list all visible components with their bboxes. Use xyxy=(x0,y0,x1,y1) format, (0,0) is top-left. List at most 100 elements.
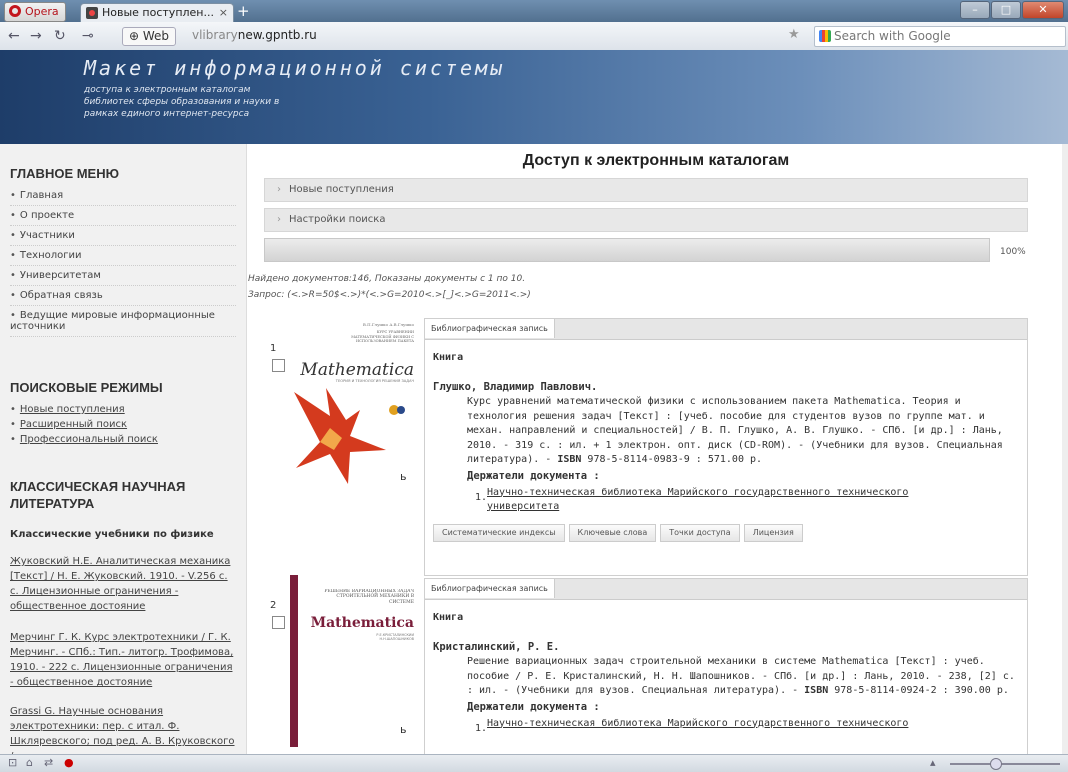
banner-title: Макет информационной системы xyxy=(84,56,506,80)
menu-item-about[interactable]: О проекте xyxy=(10,206,236,226)
expand-arrow-icon: › xyxy=(277,214,281,225)
cover-note: ТЕОРИЯ И ТЕХНОЛОГИЯ РЕШЕНИЯ ЗАДАЧ xyxy=(335,379,415,383)
record-checkbox[interactable] xyxy=(272,359,285,372)
cover-title: Mathematica xyxy=(311,615,414,631)
menu-item-world-sources[interactable]: Ведущие мировые информационные источники xyxy=(10,306,236,337)
cover-title: Mathematica xyxy=(299,360,414,380)
search-mode-professional-label: Профессиональный поиск xyxy=(19,434,158,445)
classic-link[interactable]: Жуковский Н.Е. Аналитическая механика [Т… xyxy=(10,554,238,614)
search-mode-professional[interactable]: Профессиональный поиск xyxy=(10,432,236,447)
record-card: Библиографическая запись Книга Глушко, В… xyxy=(424,318,1028,576)
book-cover-image: В.П.Глушко А.В.Глушко КУРС УРАВНЕНИЙ МАТ… xyxy=(290,318,418,490)
zoom-arrow-icon[interactable]: ▴ xyxy=(930,756,936,769)
browser-tab-bar: Opera Новые поступлен... × + – □ ✕ xyxy=(0,0,1068,23)
menu-item-universities[interactable]: Университетам xyxy=(10,266,236,286)
banner-subtitle: доступа к электронным каталогам библиоте… xyxy=(84,85,280,119)
license-button[interactable]: Лицензия xyxy=(743,523,803,542)
menu-item-feedback[interactable]: Обратная связь xyxy=(10,286,236,306)
search-input[interactable]: Search with Google xyxy=(814,26,1066,47)
browser-tab[interactable]: Новые поступлен... × xyxy=(80,3,234,23)
search-mode-advanced-label: Расширенный поиск xyxy=(19,419,128,430)
opera-menu-label: Opera xyxy=(25,5,59,18)
accordion-new-arrivals[interactable]: › Новые поступления xyxy=(264,178,1028,202)
sync-icon[interactable]: ⇄ xyxy=(44,756,53,769)
minimize-icon[interactable]: – xyxy=(960,1,990,19)
home-icon[interactable]: ⌂ xyxy=(26,756,33,769)
search-modes-title: ПОИСКОВЫЕ РЕЖИМЫ xyxy=(10,380,163,395)
status-bar: ⊡ ⌂ ⇄ ● ▴ xyxy=(0,754,1068,772)
progress-fill xyxy=(265,239,989,261)
opera-menu-button[interactable]: Opera xyxy=(4,2,66,22)
book-cover-2-art: РЕШЕНИЕ ВАРИАЦИОННЫХ ЗАДАЧ СТРОИТЕЛЬНОЙ … xyxy=(290,575,418,747)
site-favicon-icon xyxy=(86,7,98,19)
close-window-icon[interactable]: ✕ xyxy=(1022,1,1064,19)
accordion-search-settings[interactable]: › Настройки поиска xyxy=(264,208,1028,232)
page-title: Доступ к электронным каталогам xyxy=(522,152,790,169)
main-menu-title: ГЛАВНОЕ МЕНЮ xyxy=(10,166,120,181)
holder-link[interactable]: Научно-техническая библиотека Марийского… xyxy=(487,718,908,729)
page-scrollbar[interactable] xyxy=(1062,144,1068,754)
web-button-label: Web xyxy=(142,29,170,43)
zoom-slider-handle[interactable] xyxy=(990,758,1002,770)
query-string: Запрос: (<.>R=50$<.>)*(<.>G=2010<.>[_]<.… xyxy=(248,290,531,300)
isbn-value: 978-5-8114-0924-2 : 390.00 р. xyxy=(828,685,1009,696)
tab-bibliographic-record[interactable]: Библиографическая запись xyxy=(425,579,555,598)
back-icon[interactable]: ← xyxy=(8,28,20,44)
holder-item: 1. Научно-техническая библиотека Марийско… xyxy=(475,717,927,734)
keywords-button[interactable]: Ключевые слова xyxy=(568,523,657,542)
forward-icon[interactable]: → xyxy=(30,28,42,44)
holder-item: 1. Научно-техническая библиотека Марийско… xyxy=(475,486,927,514)
search-mode-advanced[interactable]: Расширенный поиск xyxy=(10,417,236,432)
google-icon xyxy=(819,30,831,42)
opera-logo-icon xyxy=(9,5,21,17)
access-points-button[interactable]: Точки доступа xyxy=(660,523,740,542)
systematic-index-button[interactable]: Систематические индексы xyxy=(433,523,565,542)
new-tab-button[interactable]: + xyxy=(237,2,250,20)
menu-item-home[interactable]: Главная xyxy=(10,186,236,206)
globe-icon: ⊕ xyxy=(129,29,143,43)
main-menu: Главная О проекте Участники Технологии У… xyxy=(10,186,236,337)
menu-item-participants[interactable]: Участники xyxy=(10,226,236,246)
search-modes-menu: Новые поступления Расширенный поиск Проф… xyxy=(10,402,236,447)
url-path: new.gpntb.ru xyxy=(237,28,317,42)
record-description: Курс уравнений математической физики с и… xyxy=(467,395,1017,468)
record-tab-bar: Библиографическая запись xyxy=(425,319,1027,340)
window-controls: – □ ✕ xyxy=(959,1,1064,19)
holder-link[interactable]: Научно-техническая библиотека Марийского… xyxy=(487,487,908,512)
accordion-label: Новые поступления xyxy=(289,184,394,195)
classic-literature-title: КЛАССИЧЕСКАЯ НАУЧНАЯ ЛИТЕРАТУРА xyxy=(10,479,186,511)
panel-toggle-icon[interactable]: ⊡ xyxy=(8,756,17,769)
cover-authors: В.П.Глушко А.В.Глушко xyxy=(363,322,415,327)
sidebar: ГЛАВНОЕ МЕНЮ Главная О проекте Участники… xyxy=(0,144,247,754)
progress-percent: 100% xyxy=(1000,247,1026,257)
zoom-slider[interactable] xyxy=(950,763,1060,765)
cover-subtitle: РЕШЕНИЕ ВАРИАЦИОННЫХ ЗАДАЧ СТРОИТЕЛЬНОЙ … xyxy=(324,589,414,605)
record-number: 1 xyxy=(270,343,277,354)
address-bar: ← → ↻ ⊸ ⊕ Web vlibrarynew.gpntb.ru ★ Sea… xyxy=(0,22,1068,51)
holder-number: 1. xyxy=(475,491,488,503)
book-cover-image: РЕШЕНИЕ ВАРИАЦИОННЫХ ЗАДАЧ СТРОИТЕЛЬНОЙ … xyxy=(290,575,418,747)
classic-link[interactable]: Мерчинг Г. К. Курс электротехники / Г. К… xyxy=(10,630,238,690)
url-input[interactable]: vlibrarynew.gpntb.ru xyxy=(192,27,808,44)
menu-item-technologies[interactable]: Технологии xyxy=(10,246,236,266)
progress-bar xyxy=(264,238,990,262)
classic-link[interactable]: Grassi G. Научные основания электротехни… xyxy=(10,704,238,754)
tab-close-icon[interactable]: × xyxy=(219,4,228,22)
tab-bibliographic-record[interactable]: Библиографическая запись xyxy=(425,319,555,338)
svg-text:ь: ь xyxy=(400,723,406,736)
holders-title: Держатели документа : xyxy=(467,700,600,713)
record-number: 2 xyxy=(270,600,277,611)
web-button[interactable]: ⊕ Web xyxy=(122,27,177,46)
record-type: Книга xyxy=(433,352,464,363)
found-count: Найдено документов:146, Показаны докумен… xyxy=(248,274,526,284)
record-checkbox[interactable] xyxy=(272,616,285,629)
record-author: Глушко, Владимир Павлович. xyxy=(433,381,598,393)
search-mode-new[interactable]: Новые поступления xyxy=(10,402,236,417)
maximize-icon[interactable]: □ xyxy=(991,1,1021,19)
turbo-icon[interactable]: ● xyxy=(64,756,74,769)
cover-subtitle: КУРС УРАВНЕНИЙ МАТЕМАТИЧЕСКОЙ ФИЗИКИ С И… xyxy=(351,330,414,343)
bookmark-star-icon[interactable]: ★ xyxy=(788,27,800,42)
holders-title: Держатели документа : xyxy=(467,469,600,482)
reload-icon[interactable]: ↻ xyxy=(54,28,66,44)
key-icon[interactable]: ⊸ xyxy=(82,28,94,44)
